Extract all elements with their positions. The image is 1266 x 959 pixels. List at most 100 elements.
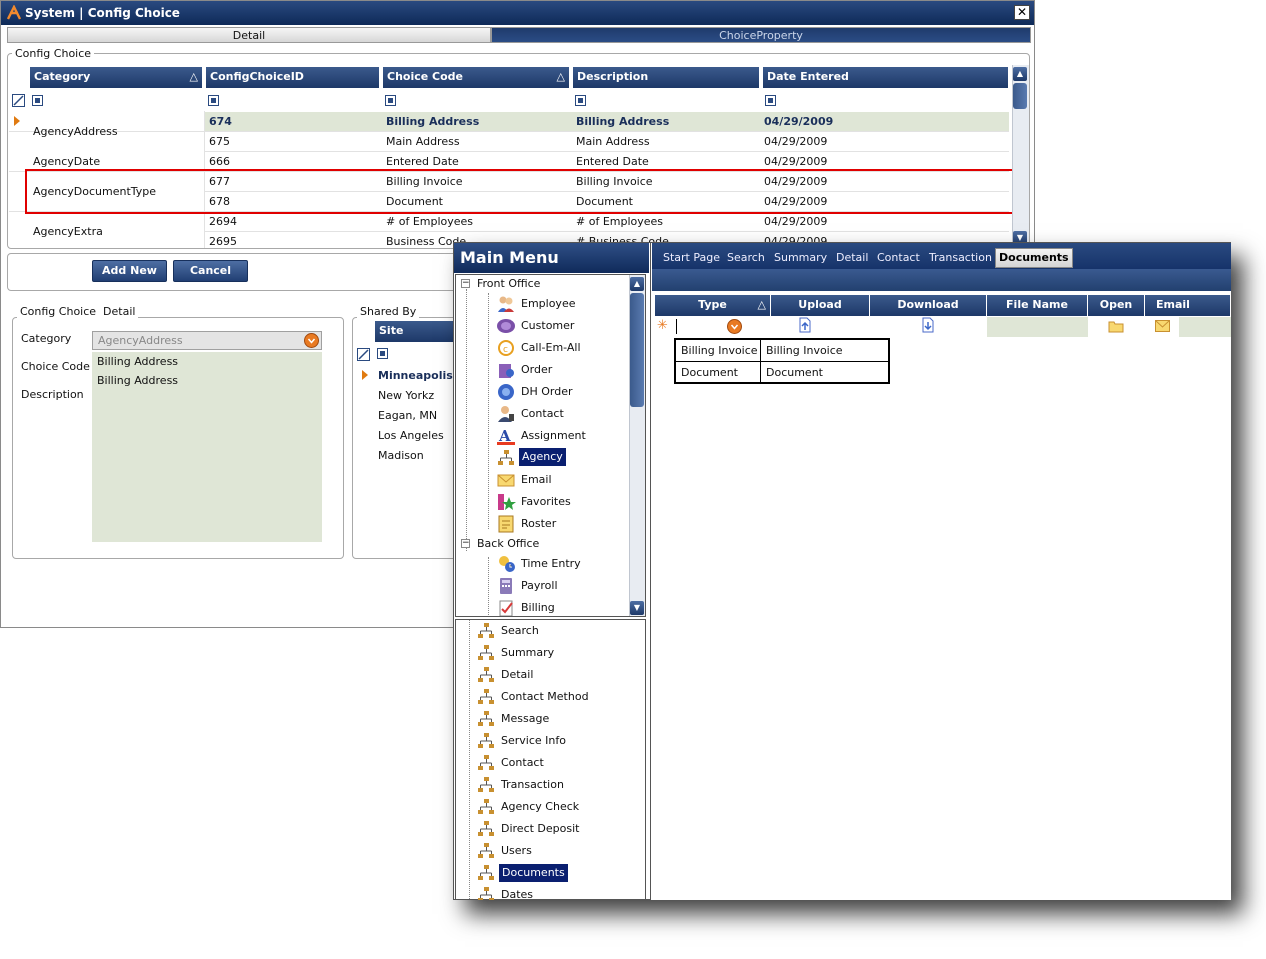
code-cell[interactable]: Main Address: [386, 135, 460, 149]
filter-desc-checkbox[interactable]: [575, 95, 586, 106]
tree-front-office[interactable]: Front Office: [477, 276, 540, 292]
tree-item-email[interactable]: Email: [521, 472, 552, 488]
tab-detail[interactable]: Detail: [836, 250, 868, 266]
sub-menu-item-service-info[interactable]: Service Info: [501, 733, 566, 749]
id-cell[interactable]: 2695: [209, 235, 237, 248]
scroll-up-icon[interactable]: ▲: [1013, 67, 1027, 81]
sub-menu-item-dates[interactable]: Dates: [501, 887, 533, 900]
dropdown-option[interactable]: Billing Invoice: [681, 344, 758, 358]
category-cell[interactable]: AgencyAddress: [33, 125, 118, 139]
collapse-back-office-icon[interactable]: −: [461, 539, 470, 548]
id-cell[interactable]: 675: [209, 135, 230, 149]
code-cell[interactable]: Billing Address: [386, 115, 479, 129]
type-dropdown-icon[interactable]: [727, 319, 742, 334]
sub-menu-item-summary[interactable]: Summary: [501, 645, 554, 661]
add-new-button[interactable]: Add New: [92, 260, 167, 282]
tab-search[interactable]: Search: [727, 250, 765, 266]
open-folder-icon[interactable]: [1108, 320, 1124, 333]
description-field[interactable]: Billing Address: [97, 374, 178, 388]
tree-item-customer[interactable]: Customer: [521, 318, 574, 334]
filter-id-checkbox[interactable]: [208, 95, 219, 106]
tree-item-agency[interactable]: Agency: [519, 448, 566, 466]
column-open[interactable]: Open: [1088, 295, 1145, 316]
tree-item-billing[interactable]: Billing: [521, 600, 555, 616]
filter-site-checkbox[interactable]: [377, 348, 388, 359]
sub-menu-item-transaction[interactable]: Transaction: [501, 777, 564, 793]
upload-icon[interactable]: [797, 317, 813, 333]
filter-edit-icon[interactable]: [12, 94, 25, 107]
sub-menu-item-documents[interactable]: Documents: [499, 864, 568, 882]
dropdown-option[interactable]: Document: [681, 366, 738, 380]
id-cell[interactable]: 666: [209, 155, 230, 169]
tab-summary[interactable]: Summary: [774, 250, 827, 266]
close-button[interactable]: ✕: [1014, 5, 1030, 20]
scroll-down-icon[interactable]: ▼: [630, 601, 644, 615]
filter-date-checkbox[interactable]: [765, 95, 776, 106]
scroll-thumb[interactable]: [1013, 83, 1027, 109]
tree-item-assignment[interactable]: Assignment: [521, 428, 586, 444]
site-cell[interactable]: New Yorkz: [378, 389, 434, 403]
desc-cell[interactable]: Entered Date: [576, 155, 649, 169]
filter-edit-icon[interactable]: [357, 348, 370, 361]
sub-menu-item-message[interactable]: Message: [501, 711, 549, 727]
filter-category-checkbox[interactable]: [32, 95, 43, 106]
tree-item-call-em-all[interactable]: Call-Em-All: [521, 340, 581, 356]
date-cell[interactable]: 04/29/2009: [764, 215, 827, 229]
scroll-up-icon[interactable]: ▲: [630, 277, 644, 291]
tab-choiceproperty[interactable]: ChoiceProperty: [491, 27, 1031, 43]
tab-detail[interactable]: Detail: [7, 27, 491, 43]
column-type[interactable]: Type △: [655, 295, 771, 316]
sub-menu-item-direct-deposit[interactable]: Direct Deposit: [501, 821, 579, 837]
column-description[interactable]: Description: [573, 67, 760, 88]
tree-item-employee[interactable]: Employee: [521, 296, 575, 312]
dropdown-option-desc[interactable]: Document: [766, 366, 823, 380]
id-cell[interactable]: 2694: [209, 215, 237, 229]
tab-transaction[interactable]: Transaction: [929, 250, 992, 266]
sub-menu-item-search[interactable]: Search: [501, 623, 539, 639]
column-configchoiceid[interactable]: ConfigChoiceID: [206, 67, 380, 88]
download-icon[interactable]: [920, 317, 936, 333]
file-name-field[interactable]: [987, 317, 1088, 337]
column-date-entered[interactable]: Date Entered: [763, 67, 1009, 88]
cancel-button[interactable]: Cancel: [173, 260, 248, 282]
category-cell[interactable]: AgencyExtra: [33, 225, 103, 239]
category-cell[interactable]: AgencyDate: [33, 155, 100, 169]
code-cell[interactable]: Entered Date: [386, 155, 459, 169]
scroll-thumb[interactable]: [630, 293, 644, 407]
date-cell[interactable]: 04/29/2009: [764, 115, 833, 129]
sub-menu-item-contact-method[interactable]: Contact Method: [501, 689, 589, 705]
tab-contact[interactable]: Contact: [877, 250, 920, 266]
desc-cell[interactable]: Main Address: [576, 135, 650, 149]
id-cell[interactable]: 674: [209, 115, 232, 129]
sub-menu-item-users[interactable]: Users: [501, 843, 532, 859]
tree-back-office[interactable]: Back Office: [477, 536, 539, 552]
email-envelope-icon[interactable]: [1155, 320, 1170, 332]
tab-documents[interactable]: Documents: [995, 248, 1073, 268]
choice-code-field[interactable]: Billing Address: [97, 355, 178, 369]
tree-item-dh-order[interactable]: DH Order: [521, 384, 573, 400]
sub-menu-item-contact[interactable]: Contact: [501, 755, 544, 771]
collapse-front-office-icon[interactable]: −: [461, 279, 470, 288]
desc-cell[interactable]: Billing Address: [576, 115, 669, 129]
desc-cell[interactable]: # of Employees: [576, 215, 663, 229]
category-select[interactable]: AgencyAddress: [92, 331, 322, 350]
column-email[interactable]: Email: [1145, 295, 1231, 316]
tree-item-contact[interactable]: Contact: [521, 406, 564, 422]
column-file-name[interactable]: File Name: [987, 295, 1088, 316]
dropdown-icon[interactable]: [304, 333, 319, 348]
filter-code-checkbox[interactable]: [385, 95, 396, 106]
column-upload[interactable]: Upload: [771, 295, 870, 316]
sub-menu-item-detail[interactable]: Detail: [501, 667, 533, 683]
date-cell[interactable]: 04/29/2009: [764, 155, 827, 169]
sub-menu-item-agency-check[interactable]: Agency Check: [501, 799, 579, 815]
tree-item-roster[interactable]: Roster: [521, 516, 556, 532]
tree-item-order[interactable]: Order: [521, 362, 552, 378]
tree-item-time-entry[interactable]: Time Entry: [521, 556, 581, 572]
site-cell[interactable]: Madison: [378, 449, 424, 463]
tree-item-favorites[interactable]: Favorites: [521, 494, 571, 510]
site-cell[interactable]: Los Angeles: [378, 429, 444, 443]
tab-start-page[interactable]: Start Page: [663, 250, 720, 266]
column-category[interactable]: Category △: [30, 67, 203, 88]
column-site[interactable]: Site: [375, 321, 465, 342]
dropdown-option-desc[interactable]: Billing Invoice: [766, 344, 843, 358]
